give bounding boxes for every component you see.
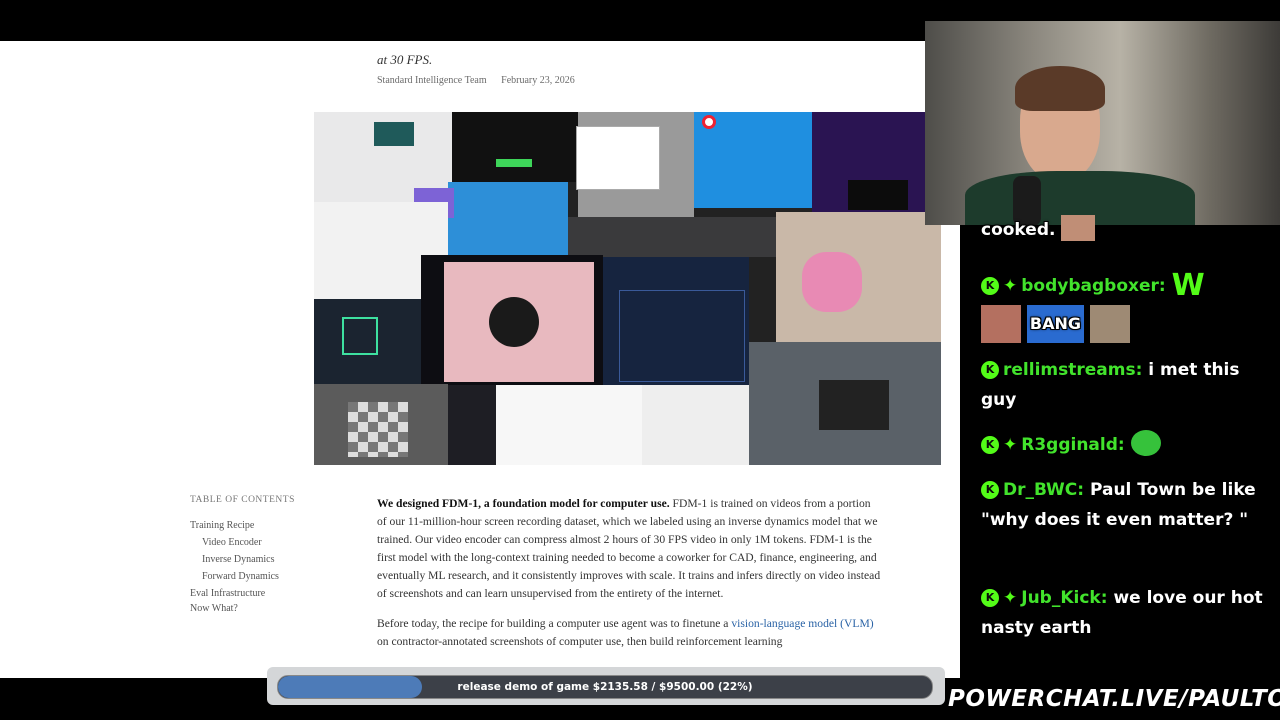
kick-badge-icon: K — [981, 436, 999, 454]
collage-tile-blue-grid — [448, 182, 568, 255]
paragraph-2: Before today, the recipe for building a … — [377, 615, 882, 651]
collage-radar-frame — [619, 290, 745, 382]
toc-link-forward-dynamics[interactable]: Forward Dynamics — [190, 568, 350, 585]
emote-smile-icon — [1130, 430, 1161, 456]
chat-message: K Dr_BWC: Paul Town be like "why does it … — [981, 475, 1271, 535]
toc-title: TABLE OF CONTENTS — [190, 495, 295, 505]
goal-progress-track: release demo of game $2135.58 / $9500.00… — [277, 675, 933, 699]
paragraph-1: We designed FDM-1, a foundation model fo… — [377, 495, 882, 603]
author: Standard Intelligence Team — [377, 75, 487, 86]
emote-w-icon: W — [1171, 268, 1205, 303]
chat-username[interactable]: rellimstreams: — [1003, 360, 1142, 380]
chat-message: cooked. — [981, 215, 1271, 245]
collage-tile-doc — [496, 385, 642, 465]
chat-message: K ✦ Jub_Kick: we love our hot nasty earth — [981, 583, 1271, 643]
toc-link-video-encoder[interactable]: Video Encoder — [190, 534, 350, 551]
emote-face-icon — [1061, 215, 1096, 241]
chat-overlay: cooked. K ✦ bodybagboxer: W BANG Krellimst… — [965, 215, 1280, 678]
kick-badge-icon: K — [981, 589, 999, 607]
sparkle-badge-icon: ✦ — [1003, 435, 1018, 455]
collage-tunnel-hole — [489, 297, 539, 347]
emote-guy-icon — [981, 305, 1021, 343]
collage-tile-dark — [452, 112, 578, 182]
paragraph-1-text: FDM-1 is trained on videos from a portio… — [377, 497, 881, 600]
article-lede: at 30 FPS. — [377, 41, 897, 69]
toc-link-now-what[interactable]: Now What? — [190, 602, 350, 615]
chat-message: K ✦ R3gginald: — [981, 430, 1271, 460]
collage-cube-outline — [342, 317, 378, 355]
emote-creature-icon — [1089, 305, 1130, 343]
paragraph-2-start: Before today, the recipe for building a … — [377, 617, 732, 630]
kick-badge-icon: K — [981, 277, 999, 295]
toc-link-inverse-dynamics[interactable]: Inverse Dynamics — [190, 551, 350, 568]
goal-label: release demo of game $2135.58 / $9500.00… — [457, 681, 753, 693]
byline: Standard Intelligence Team February 23, … — [377, 75, 587, 86]
sparkle-badge-icon: ✦ — [1003, 276, 1018, 296]
article-body: We designed FDM-1, a foundation model fo… — [377, 495, 882, 663]
collage-pink-blob — [802, 252, 862, 312]
lede-text: at 30 FPS. — [377, 52, 433, 67]
chat-text: cooked. — [981, 220, 1056, 240]
lede-cut-line — [377, 41, 897, 51]
chat-username[interactable]: R3gginald: — [1021, 435, 1124, 455]
vlm-link[interactable]: vision-language model (VLM) — [731, 617, 873, 630]
collage-tile-dialog — [576, 126, 660, 190]
chat-username[interactable]: bodybagboxer: — [1021, 276, 1165, 296]
toc-link-eval-infrastructure[interactable]: Eval Infrastructure — [190, 585, 350, 602]
donation-goal-widget: release demo of game $2135.58 / $9500.00… — [267, 667, 945, 705]
paragraph-1-lead: We designed FDM-1, a foundation model fo… — [377, 497, 670, 510]
chat-username[interactable]: Dr_BWC: — [1003, 480, 1084, 500]
collage-terminal — [848, 180, 908, 210]
collage-tile-dark-ui — [448, 385, 496, 465]
table-of-contents: TABLE OF CONTENTS Training Recipe Video … — [190, 495, 350, 615]
hero-collage-image — [314, 112, 941, 465]
chat-emote-row: BANG — [981, 305, 1271, 343]
kick-badge-icon: K — [981, 481, 999, 499]
article-page: at 30 FPS. Standard Intelligence Team Fe… — [0, 41, 960, 678]
publish-date: February 23, 2026 — [501, 75, 575, 86]
target-icon — [702, 115, 716, 129]
emote-bang-icon: BANG — [1026, 305, 1085, 343]
collage-tile-3d-dark — [568, 217, 776, 257]
chat-message: K ✦ bodybagboxer: W — [981, 271, 1271, 301]
collage-checkerboard — [348, 402, 408, 457]
powerchat-promo-text: POWERCHAT.LIVE/PAULTOWN — [948, 686, 1280, 712]
collage-tile-video — [374, 122, 414, 146]
kick-badge-icon: K — [981, 361, 999, 379]
webcam-overlay — [925, 21, 1280, 225]
toc-link-training-recipe[interactable]: Training Recipe — [190, 517, 350, 534]
chat-message: Krellimstreams: i met this guy — [981, 355, 1271, 415]
chat-username[interactable]: Jub_Kick: — [1021, 588, 1107, 608]
collage-green-bar — [496, 159, 532, 167]
sparkle-badge-icon: ✦ — [1003, 588, 1018, 608]
collage-tile-counter — [642, 385, 749, 465]
paragraph-2-end: on contractor-annotated screenshots of c… — [377, 635, 783, 648]
streamer-hair — [1015, 66, 1105, 111]
collage-car-screen — [819, 380, 889, 430]
